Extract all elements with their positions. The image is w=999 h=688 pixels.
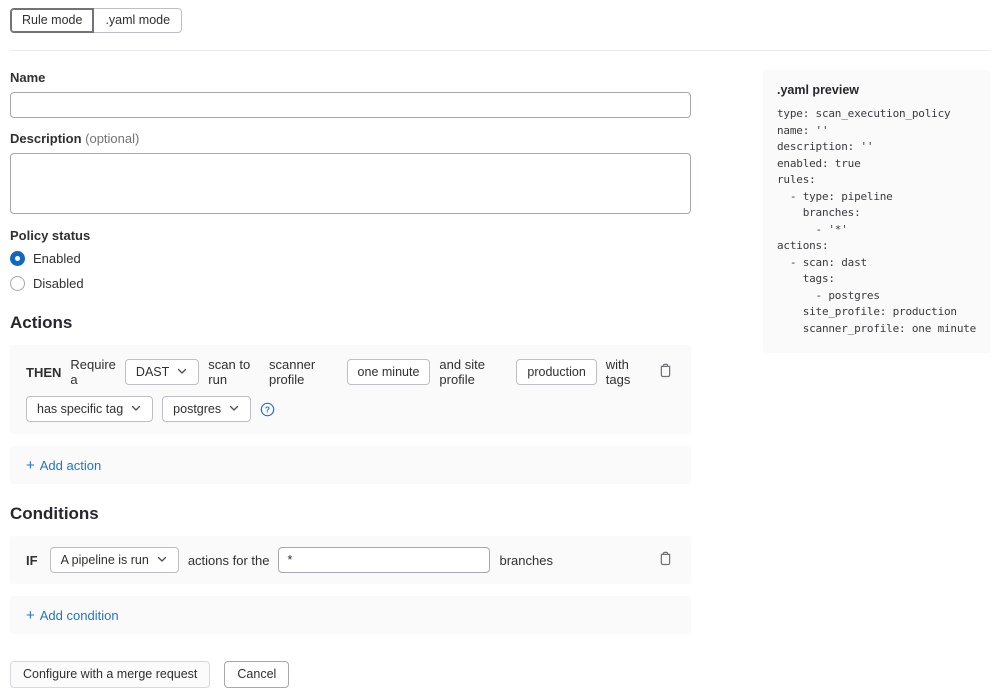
- site-profile-button[interactable]: production: [516, 359, 596, 385]
- scan-to-run-text: scan to run: [208, 357, 260, 387]
- chevron-down-icon: [228, 402, 240, 417]
- chevron-down-icon: [130, 402, 142, 417]
- if-keyword: IF: [26, 553, 38, 568]
- scanner-profile-label: scanner profile: [269, 357, 338, 387]
- add-action-label: Add action: [40, 458, 101, 473]
- description-textarea[interactable]: [10, 153, 691, 214]
- add-condition-label: Add condition: [40, 608, 119, 623]
- description-label: Description (optional): [10, 131, 691, 146]
- scanner-profile-button[interactable]: one minute: [347, 359, 431, 385]
- require-a-text: Require a: [70, 357, 116, 387]
- yaml-preview-code: type: scan_execution_policy name: '' des…: [777, 106, 976, 337]
- branches-input[interactable]: [278, 547, 490, 573]
- then-keyword: THEN: [26, 365, 61, 380]
- trash-icon: [658, 363, 673, 381]
- and-site-profile-text: and site profile: [439, 357, 507, 387]
- enabled-radio-label[interactable]: Enabled: [33, 251, 81, 266]
- disabled-radio[interactable]: [10, 276, 25, 291]
- yaml-mode-button[interactable]: .yaml mode: [93, 8, 182, 33]
- scan-type-dropdown[interactable]: DAST: [125, 359, 199, 385]
- condition-rule-row: IF A pipeline is run actions for the bra…: [26, 547, 675, 573]
- enabled-radio[interactable]: [10, 251, 25, 266]
- with-tags-text: with tags: [606, 357, 647, 387]
- policy-status-label: Policy status: [10, 228, 691, 243]
- actions-heading: Actions: [10, 313, 691, 333]
- help-icon[interactable]: ?: [260, 402, 275, 417]
- condition-type-value: A pipeline is run: [61, 553, 149, 567]
- add-condition-link[interactable]: + Add condition: [26, 608, 119, 623]
- delete-action-button[interactable]: [656, 361, 675, 383]
- action-rule-row-2: has specific tag postgres ?: [26, 396, 675, 422]
- tags-dropdown[interactable]: postgres: [162, 396, 251, 422]
- scan-type-value: DAST: [136, 365, 169, 379]
- plus-icon: +: [26, 608, 35, 623]
- form-footer: Configure with a merge request Cancel: [10, 661, 691, 688]
- policy-editor-page: Rule mode .yaml mode Name Description (o…: [0, 0, 999, 647]
- tag-mode-value: has specific tag: [37, 402, 123, 416]
- configure-merge-request-button[interactable]: Configure with a merge request: [10, 661, 210, 688]
- svg-text:?: ?: [265, 404, 270, 414]
- tag-mode-dropdown[interactable]: has specific tag: [26, 396, 153, 422]
- action-rule-block: THEN Require a DAST scan to run scanner …: [10, 345, 691, 434]
- yaml-preview-title: .yaml preview: [777, 83, 976, 97]
- condition-type-dropdown[interactable]: A pipeline is run: [50, 547, 179, 573]
- condition-rule-block: IF A pipeline is run actions for the bra…: [10, 536, 691, 584]
- action-rule-row-1: THEN Require a DAST scan to run scanner …: [26, 357, 675, 387]
- tags-value: postgres: [173, 402, 221, 416]
- add-action-block: + Add action: [10, 446, 691, 484]
- description-optional-text: (optional): [85, 131, 139, 146]
- status-option-enabled: Enabled: [10, 249, 691, 268]
- conditions-heading: Conditions: [10, 504, 691, 524]
- cancel-button[interactable]: Cancel: [224, 661, 289, 688]
- chevron-down-icon: [156, 553, 168, 568]
- plus-icon: +: [26, 458, 35, 473]
- actions-for-the-text: actions for the: [188, 553, 270, 568]
- delete-condition-button[interactable]: [656, 549, 675, 571]
- name-label: Name: [10, 70, 691, 85]
- add-condition-block: + Add condition: [10, 596, 691, 634]
- policy-form: Name Description (optional) Policy statu…: [10, 70, 691, 688]
- rule-mode-button[interactable]: Rule mode: [10, 8, 94, 33]
- yaml-preview-panel: .yaml preview type: scan_execution_polic…: [763, 70, 990, 353]
- add-action-link[interactable]: + Add action: [26, 458, 101, 473]
- branches-text: branches: [499, 553, 552, 568]
- name-input[interactable]: [10, 92, 691, 118]
- disabled-radio-label[interactable]: Disabled: [33, 276, 84, 291]
- header-divider: [10, 50, 990, 51]
- trash-icon: [658, 551, 673, 569]
- description-label-text: Description: [10, 131, 82, 146]
- edit-mode-toggle: Rule mode .yaml mode: [10, 8, 182, 33]
- chevron-down-icon: [176, 365, 188, 380]
- status-option-disabled: Disabled: [10, 274, 691, 293]
